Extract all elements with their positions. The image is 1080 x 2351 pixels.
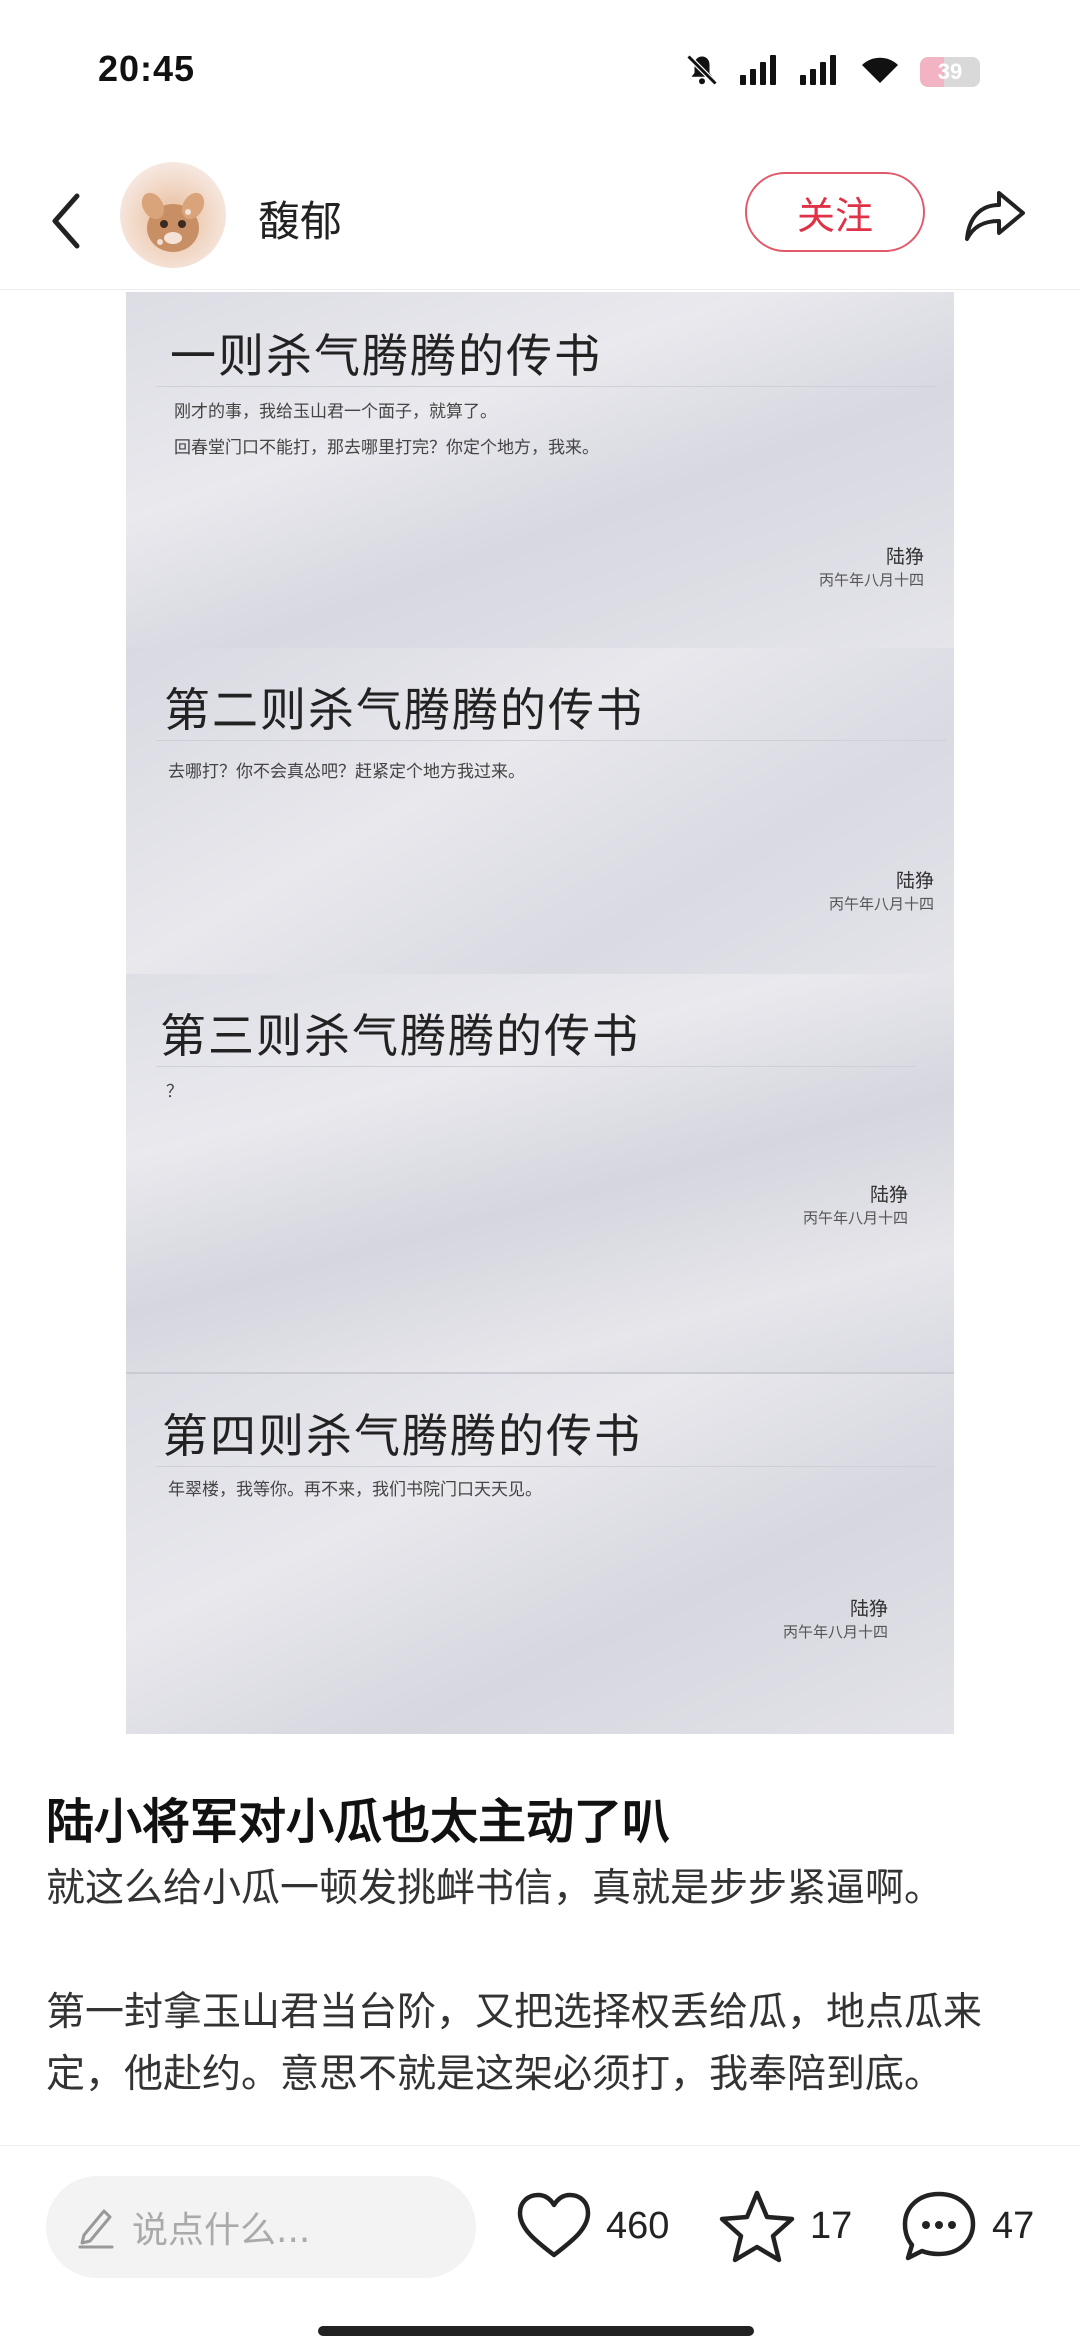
- letter-signature: 陆狰: [885, 546, 924, 568]
- letter-signature: 陆狰: [869, 1184, 908, 1206]
- comment-count: 47: [992, 2204, 1035, 2247]
- star-icon: [719, 2190, 795, 2263]
- letter-divider: [156, 386, 936, 387]
- letter-divider: [156, 1466, 936, 1467]
- letter-title: 第二则杀气腾腾的传书: [164, 683, 644, 737]
- author-name[interactable]: 馥郁: [258, 188, 342, 249]
- post-header: 馥郁 关注: [0, 150, 1080, 290]
- deer-avatar-icon: [141, 192, 205, 252]
- signal-icon: [740, 55, 780, 89]
- status-bar: 20:45 39: [0, 0, 1080, 140]
- bell-muted-icon: [684, 52, 720, 92]
- post-paragraph: 就这么给小瓜一顿发挑衅书信，真就是步步紧逼啊。: [46, 1866, 944, 1911]
- like-button[interactable]: 460: [516, 2186, 669, 2266]
- letter-title: 第三则杀气腾腾的传书: [160, 1009, 640, 1063]
- letter-signature: 陆狰: [849, 1598, 888, 1620]
- letter-date: 丙午年八月十四: [828, 895, 934, 913]
- bottom-action-bar: 说点什么... 460 17 47: [0, 2145, 1080, 2351]
- status-time: 20:45: [98, 48, 196, 89]
- heart-icon: [517, 2192, 591, 2258]
- back-button[interactable]: [36, 186, 96, 256]
- status-icons: 39: [684, 52, 980, 92]
- letter-signature: 陆狰: [895, 870, 934, 892]
- share-icon: [965, 191, 1025, 241]
- letter-date: 丙午年八月十四: [802, 1209, 908, 1227]
- battery-icon: 39: [920, 57, 980, 87]
- letter-date: 丙午年八月十四: [782, 1623, 888, 1641]
- post-title: 陆小将军对小瓜也太主动了叭: [46, 1794, 671, 1850]
- letter-body: 年翠楼，我等你。再不来，我们书院门口天天见。: [168, 1480, 542, 1500]
- wifi-icon: [860, 55, 900, 89]
- post-image[interactable]: 一则杀气腾腾的传书 刚才的事，我给玉山君一个面子，就算了。 回春堂门口不能打，那…: [126, 292, 954, 1734]
- pencil-icon: [78, 2209, 114, 2249]
- letter-body: ？: [166, 1082, 183, 1102]
- post-body: 就这么给小瓜一顿发挑衅书信，真就是步步紧逼啊。 第一封拿玉山君当台阶，又把选择权…: [46, 1858, 1046, 2140]
- letter-divider: [156, 740, 946, 741]
- letter-divider: [156, 1066, 916, 1067]
- letter-card-2: 第二则杀气腾腾的传书 去哪打？你不会真怂吧？赶紧定个地方我过来。 陆狰 丙午年八…: [126, 648, 954, 974]
- collect-button[interactable]: 17: [718, 2186, 852, 2266]
- comment-button[interactable]: 47: [900, 2186, 1034, 2266]
- post-paragraph: 第一封拿玉山君当台阶，又把选择权丢给瓜，地点瓜来定，他赴约。意思不就是这架必须打…: [46, 1990, 983, 2097]
- letter-card-1: 一则杀气腾腾的传书 刚才的事，我给玉山君一个面子，就算了。 回春堂门口不能打，那…: [126, 292, 954, 648]
- follow-button[interactable]: 关注: [745, 172, 925, 252]
- chevron-left-icon: [52, 193, 80, 249]
- letter-card-3: 第三则杀气腾腾的传书 ？ 陆狰 丙午年八月十四: [126, 974, 954, 1372]
- letter-title: 第四则杀气腾腾的传书: [162, 1409, 642, 1463]
- letter-body: 去哪打？你不会真怂吧？赶紧定个地方我过来。: [168, 762, 525, 782]
- battery-level: 39: [937, 59, 963, 84]
- collect-count: 17: [810, 2204, 853, 2247]
- signal-icon: [800, 55, 840, 89]
- letter-date: 丙午年八月十四: [818, 571, 924, 589]
- avatar[interactable]: [120, 162, 226, 268]
- home-indicator[interactable]: [318, 2326, 754, 2336]
- letter-title: 一则杀气腾腾的传书: [170, 329, 602, 383]
- share-button[interactable]: [960, 180, 1030, 250]
- like-count: 460: [606, 2204, 670, 2247]
- letter-body: 刚才的事，我给玉山君一个面子，就算了。 回春堂门口不能打，那去哪里打完？你定个地…: [174, 402, 599, 458]
- letter-card-4: 第四则杀气腾腾的传书 年翠楼，我等你。再不来，我们书院门口天天见。 陆狰 丙午年…: [126, 1372, 954, 1734]
- comment-input[interactable]: 说点什么...: [46, 2176, 476, 2278]
- comment-placeholder: 说点什么...: [132, 2210, 311, 2251]
- comment-bubble-icon: [902, 2191, 976, 2261]
